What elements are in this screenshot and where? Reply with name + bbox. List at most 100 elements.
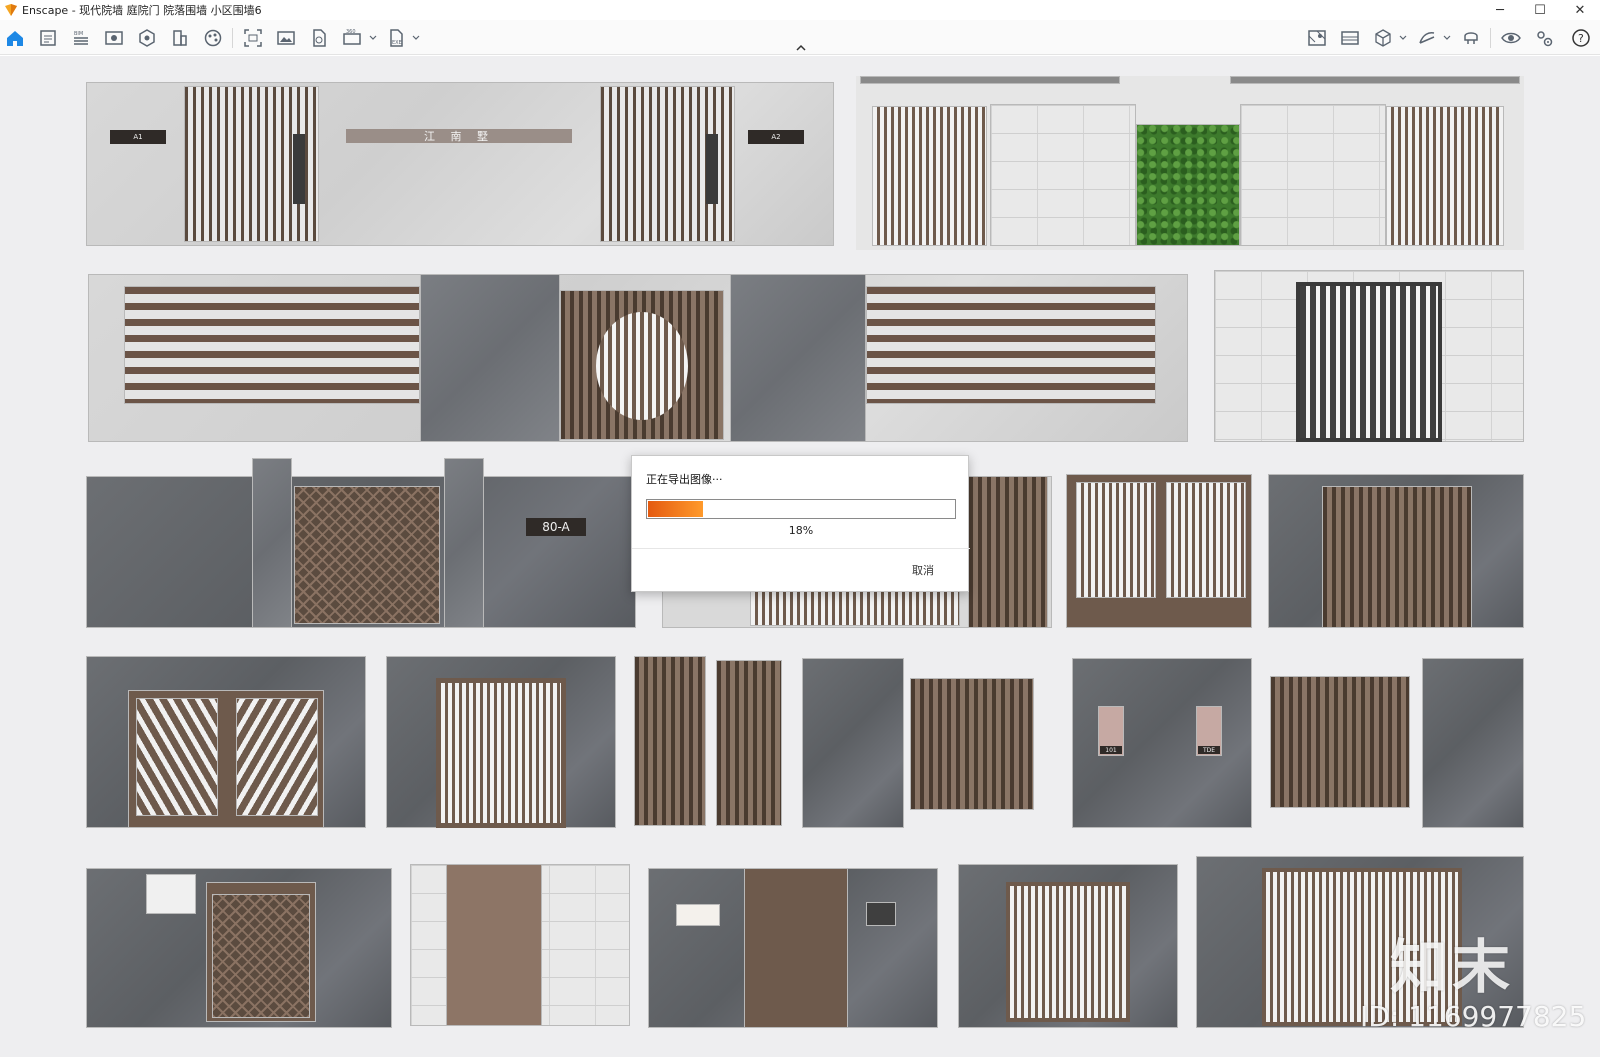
home-icon [7,31,23,46]
image-gallery-button[interactable] [1339,27,1361,49]
watermark-brand: 知末 [1390,933,1515,1001]
title-bar: Enscape - 现代院墙 庭院门 院落围墙 小区围墙6 ─ ☐ ✕ [0,0,1600,20]
estate-name-sign: 江 南 墅 [346,129,572,143]
canopy [1230,76,1520,84]
batch-render-button[interactable] [275,27,297,49]
mailbox [146,874,196,914]
stone-pillar [420,274,560,442]
window-title: Enscape - 现代院墙 庭院门 院落围墙 小区围墙6 [22,4,262,17]
wall-row4-d [802,658,904,828]
progress-percent: 18% [788,524,814,537]
project-info-button[interactable] [37,27,59,49]
site-context-icon [173,30,187,46]
cube-view-icon [1375,29,1391,47]
export-progress-bar [646,499,956,519]
close-button[interactable]: ✕ [1560,0,1600,20]
settings-button[interactable] [1533,27,1555,49]
unit-number-101: 101 [1100,746,1122,754]
export-progress-dialog: 正在导出图像··· 18% 取消 [631,455,970,592]
screenshot-button[interactable] [242,27,264,49]
canopy [860,76,1120,84]
toolbar-separator [1490,28,1491,48]
view-button[interactable] [103,27,125,49]
help-icon: ? [1572,29,1590,47]
tile-wall [990,104,1136,246]
bim-icon: BIM [74,31,88,45]
chevron-gate-leaf [236,698,318,816]
pillar [252,458,292,628]
screenshot-icon [244,29,262,47]
gate-row5-b [446,864,542,1026]
dialog-title: 正在导出图像··· [646,473,723,486]
site-context-button[interactable] [169,27,191,49]
export-panorama-button[interactable] [308,27,330,49]
intercom-panel [866,902,896,926]
gate-tag-a2: A2 [748,130,804,144]
view-icon [105,31,123,45]
minimize-button[interactable]: ─ [1480,0,1520,20]
slat-fence-left [124,286,420,404]
toolbar-separator [232,28,233,48]
gate-row4-b [436,678,566,828]
gate-row4-c-left [634,656,706,826]
project-info-icon [40,30,56,46]
wall-row4-f [1422,658,1524,828]
house-number-plate: 80-A [526,518,586,536]
render-360-button[interactable]: 360 [341,27,363,49]
ornate-gate-leaf [212,894,310,1018]
svg-text:BIM: BIM [74,31,83,37]
visual-settings-button[interactable] [136,27,158,49]
sign-plate [676,904,720,926]
stone-pillar [730,274,866,442]
enscape-logo-icon [5,4,17,16]
gate-row4-c-right [716,660,782,826]
gate-tag-a1: A1 [110,130,166,144]
visual-settings-icon [139,29,155,47]
panel-row3-mid-right [968,476,1048,628]
vr-headset-button[interactable] [1460,27,1482,49]
render-360-icon: 360 [343,29,361,45]
svg-text:EXE: EXE [392,40,402,46]
vr-headset-icon [1464,32,1478,44]
unit-number-tde: TDE [1198,746,1220,754]
lattice-gate [1296,282,1442,442]
live-view-button[interactable] [1500,27,1522,49]
material-editor-button[interactable] [202,27,224,49]
export-panorama-icon [313,29,326,47]
export-exe-button[interactable]: EXE [385,27,407,49]
chevron-gate-leaf [136,698,218,816]
map-icon [1308,30,1326,46]
chevron-down-icon[interactable] [1399,34,1407,42]
gate-row3-right-b [1322,486,1472,628]
material-editor-icon [204,29,222,47]
live-view-icon [1501,32,1521,44]
sketch-button[interactable] [1416,27,1438,49]
home-button[interactable] [4,27,26,49]
svg-text:?: ? [1578,32,1584,45]
dialog-divider [632,548,970,549]
help-button[interactable]: ? [1570,27,1592,49]
gate-row5-d [1006,882,1130,1022]
green-wall [1136,124,1240,246]
gate-handle [706,134,718,204]
cancel-button[interactable]: 取消 [912,562,934,578]
sketch-icon [1419,32,1435,44]
gate-leaf [1076,482,1156,598]
progress-fill [648,501,703,517]
map-button[interactable] [1306,27,1328,49]
cube-view-button[interactable] [1372,27,1394,49]
gate-row4-f [1270,676,1410,808]
chevron-down-icon[interactable] [412,34,420,42]
pillar [444,458,484,628]
gate-row5-c [744,868,848,1028]
slat-fence-right [866,286,1156,404]
collapse-toolbar-chevron-icon[interactable] [795,44,807,52]
gate-row1-d [1386,106,1504,246]
bim-button[interactable]: BIM [70,27,92,49]
chevron-down-icon[interactable] [369,34,377,42]
gate-handle [293,134,305,204]
chevron-down-icon[interactable] [1443,34,1451,42]
maximize-button[interactable]: ☐ [1520,0,1560,20]
gate-leaf [1166,482,1246,598]
gate-row1-c [872,106,987,246]
